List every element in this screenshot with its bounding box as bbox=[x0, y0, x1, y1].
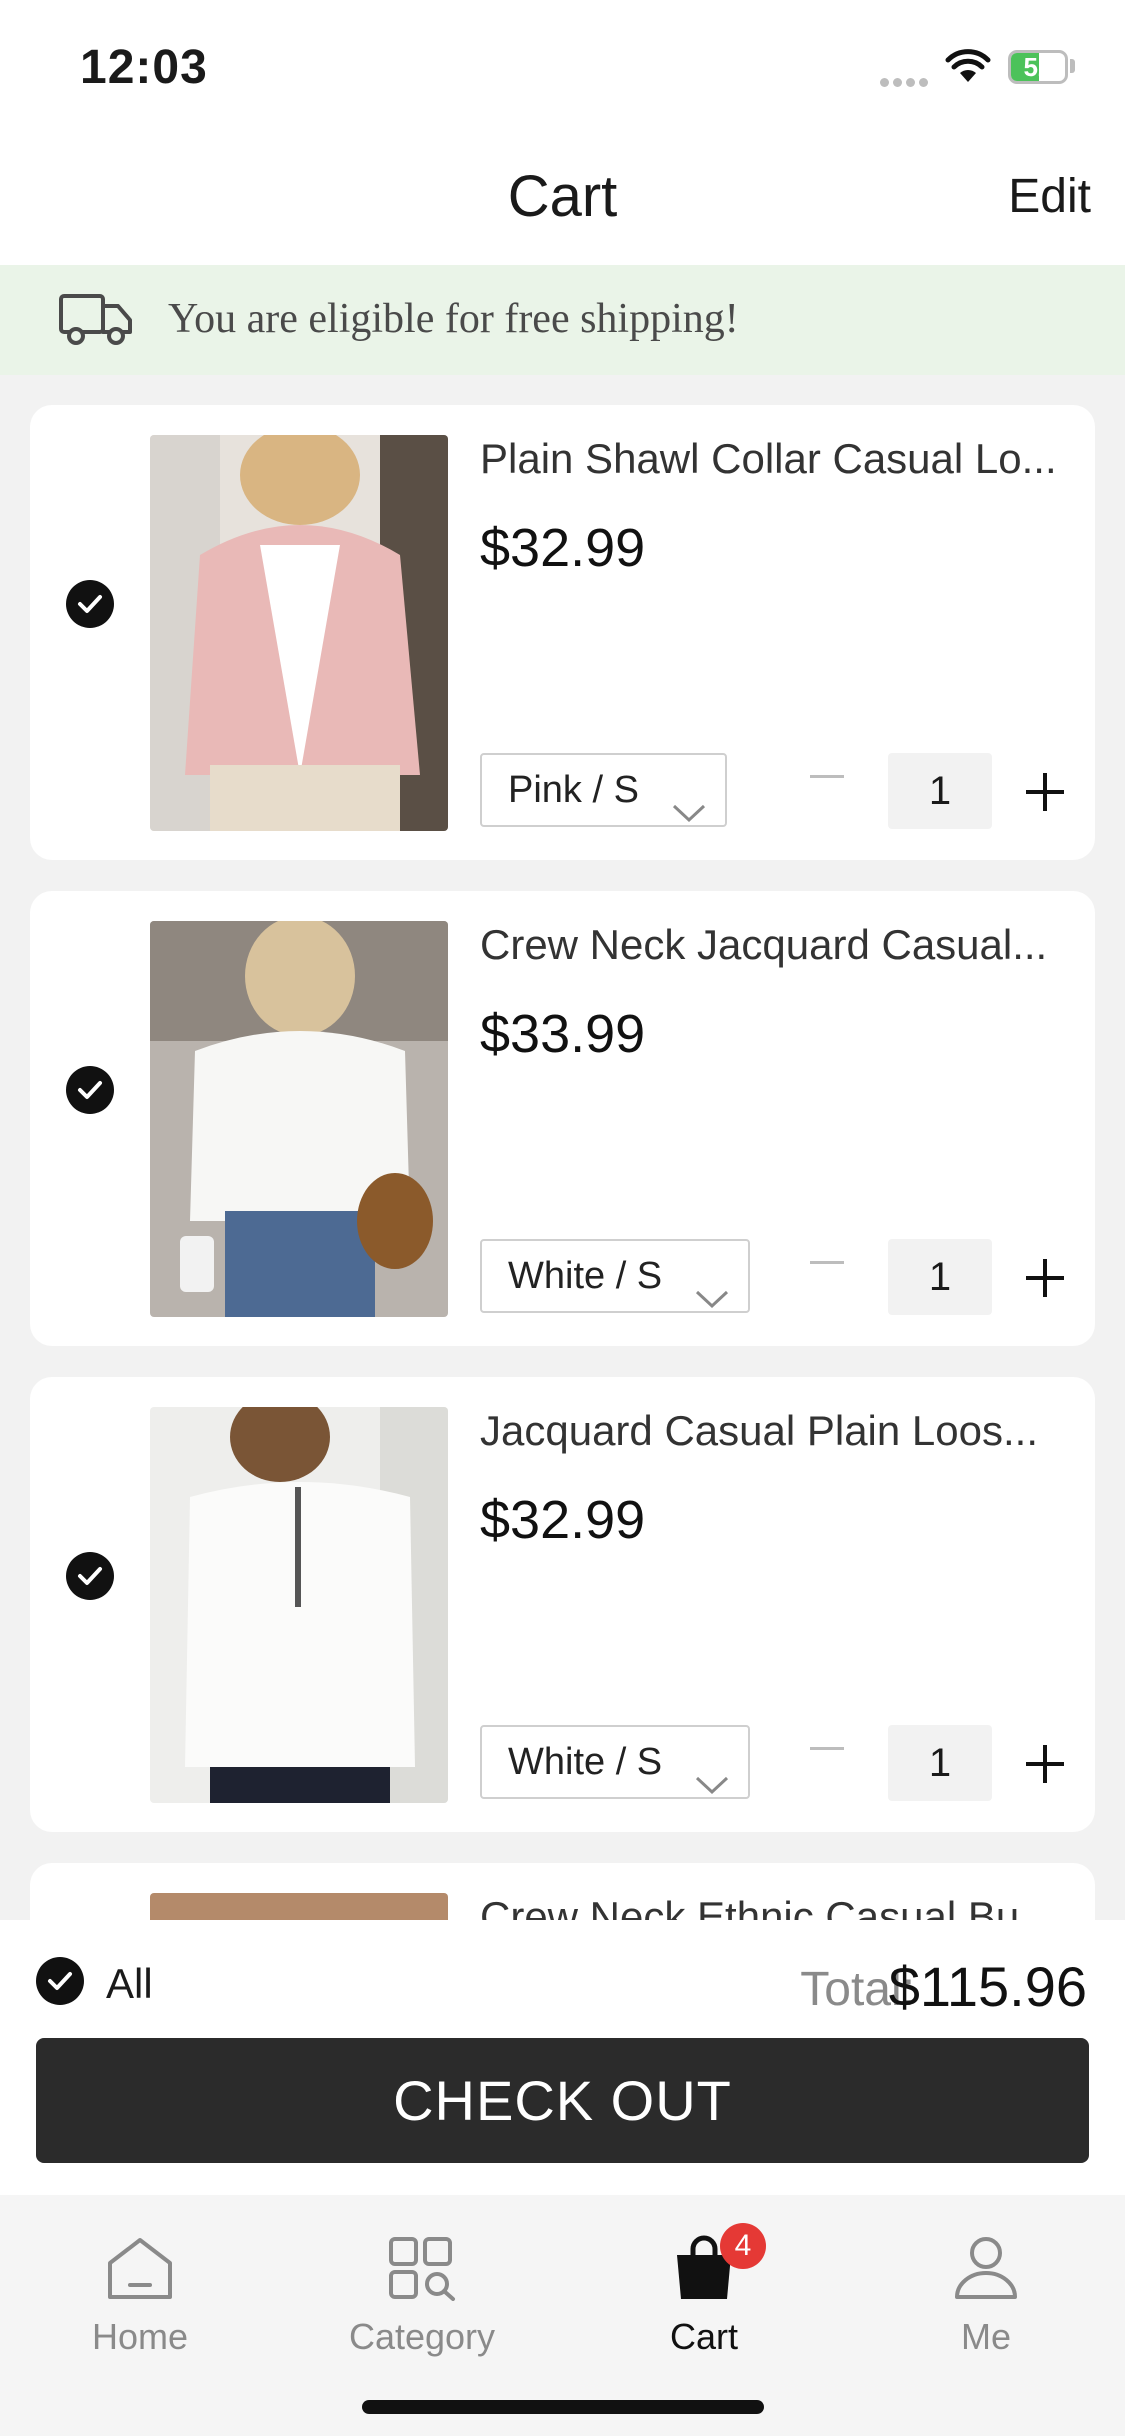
increase-quantity-button[interactable] bbox=[1026, 1259, 1064, 1297]
item-checkbox[interactable] bbox=[66, 1552, 114, 1600]
person-icon bbox=[953, 2237, 1019, 2305]
checkout-summary: All Total: $115.96 CHECK OUT bbox=[0, 1920, 1125, 2195]
quantity-field[interactable]: 1 bbox=[888, 1239, 992, 1315]
tab-label: Me bbox=[960, 2316, 1011, 2357]
page-title: Cart bbox=[507, 164, 618, 229]
edit-button[interactable]: Edit bbox=[1008, 169, 1091, 224]
battery-cap bbox=[1070, 59, 1075, 73]
product-image[interactable] bbox=[150, 1407, 448, 1803]
item-title[interactable]: Plain Shawl Collar Casual Lo... bbox=[480, 435, 1080, 483]
cart-item: Jacquard Casual Plain Loos... $32.99 Whi… bbox=[30, 1377, 1095, 1832]
variant-label: Pink / S bbox=[508, 769, 639, 811]
item-checkbox[interactable] bbox=[66, 580, 114, 628]
variant-select[interactable]: Pink / S bbox=[480, 753, 727, 827]
cart-item: Crew Neck Jacquard Casual... $33.99 Whit… bbox=[30, 891, 1095, 1346]
decrease-quantity-button[interactable] bbox=[810, 775, 844, 778]
cart-item: Plain Shawl Collar Casual Lo... $32.99 P… bbox=[30, 405, 1095, 860]
select-all-label[interactable]: All bbox=[106, 1960, 153, 2008]
signal-icon bbox=[880, 74, 932, 92]
variant-label: White / S bbox=[508, 1741, 663, 1783]
item-price: $32.99 bbox=[480, 1490, 646, 1550]
wifi-icon bbox=[945, 48, 991, 89]
product-image[interactable] bbox=[150, 435, 448, 831]
tab-label: Cart bbox=[669, 2316, 738, 2357]
tab-category[interactable]: Category bbox=[322, 2235, 522, 2358]
chevron-down-icon bbox=[694, 1749, 730, 1819]
product-image[interactable] bbox=[150, 921, 448, 1317]
tab-cart[interactable]: 4 Cart bbox=[604, 2223, 804, 2358]
tab-home[interactable]: Home bbox=[40, 2235, 240, 2358]
tab-label: Category bbox=[348, 2316, 496, 2357]
decrease-quantity-button[interactable] bbox=[810, 1747, 844, 1750]
increase-quantity-button[interactable] bbox=[1026, 773, 1064, 811]
battery-level: 52 bbox=[1023, 52, 1053, 82]
increase-quantity-button[interactable] bbox=[1026, 1745, 1064, 1783]
decrease-quantity-button[interactable] bbox=[810, 1261, 844, 1264]
item-price: $32.99 bbox=[480, 518, 646, 578]
quantity-field[interactable]: 1 bbox=[888, 753, 992, 829]
select-all-checkbox[interactable] bbox=[36, 1957, 84, 2005]
nav-header: Cart Edit bbox=[0, 135, 1125, 265]
total-value: $115.96 bbox=[888, 1955, 1087, 2018]
quantity-field[interactable]: 1 bbox=[888, 1725, 992, 1801]
bag-icon bbox=[671, 2235, 737, 2305]
battery-icon: 52 bbox=[1008, 50, 1068, 84]
item-price: $33.99 bbox=[480, 1004, 646, 1064]
variant-select[interactable]: White / S bbox=[480, 1239, 751, 1313]
home-icon bbox=[104, 2238, 176, 2305]
variant-select[interactable]: White / S bbox=[480, 1725, 751, 1799]
item-title[interactable]: Crew Neck Jacquard Casual... bbox=[480, 921, 1080, 969]
chevron-down-icon bbox=[694, 1263, 730, 1333]
tab-label: Home bbox=[91, 2316, 189, 2357]
item-title[interactable]: Jacquard Casual Plain Loos... bbox=[480, 1407, 1080, 1455]
tab-me[interactable]: Me bbox=[886, 2235, 1086, 2358]
truck-icon bbox=[58, 290, 134, 353]
banner-text: You are eligible for free shipping! bbox=[168, 296, 739, 342]
cart-count-badge: 4 bbox=[720, 2223, 766, 2269]
status-time: 12:03 bbox=[80, 41, 208, 94]
chevron-down-icon bbox=[671, 777, 707, 847]
checkout-button[interactable]: CHECK OUT bbox=[36, 2038, 1089, 2163]
status-bar: 12:03 52 bbox=[0, 0, 1125, 135]
variant-label: White / S bbox=[508, 1255, 663, 1297]
free-shipping-banner: You are eligible for free shipping! bbox=[0, 265, 1125, 375]
category-icon bbox=[387, 2237, 457, 2305]
item-checkbox[interactable] bbox=[66, 1066, 114, 1114]
home-indicator bbox=[362, 2400, 764, 2414]
